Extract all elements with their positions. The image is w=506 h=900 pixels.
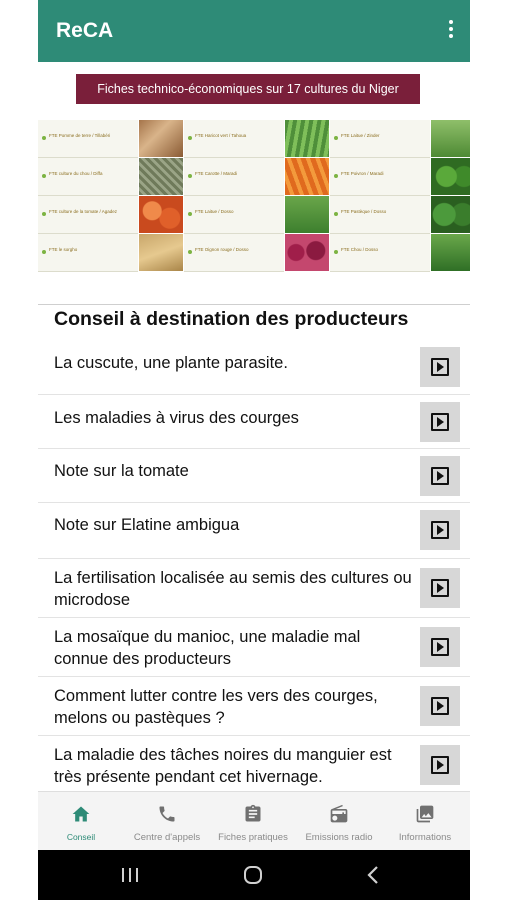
- section-title: Conseil à destination des producteurs: [54, 308, 409, 330]
- banner-photos: [139, 120, 183, 272]
- banner-sheet: FTE Laitue / Dosso: [184, 196, 284, 234]
- item-title: La maladie des tâches noires du manguier…: [54, 746, 392, 786]
- play-icon: [437, 701, 444, 711]
- lettuce-field-photo: [285, 196, 329, 234]
- banner-sheet: FTE le sorgho: [38, 234, 138, 272]
- play-icon: [437, 760, 444, 770]
- play-icon: [437, 642, 444, 652]
- play-button[interactable]: [420, 627, 460, 667]
- banner-sheet: FTE Chou / Dosso: [330, 234, 430, 272]
- item-title: La fertilisation localisée au semis des …: [54, 569, 412, 609]
- nav-conseil[interactable]: Conseil: [38, 792, 124, 850]
- item-title: La cuscute, une plante parasite.: [54, 354, 288, 372]
- back-icon[interactable]: [362, 864, 386, 886]
- banner-sheet: FTE Laitue / Zinder: [330, 120, 430, 158]
- list-item[interactable]: Les maladies à virus des courges: [38, 395, 470, 449]
- banner-column: FTE Pomme de terre / Tillabéri FTE cultu…: [38, 120, 183, 272]
- list-item[interactable]: La fertilisation localisée au semis des …: [38, 559, 470, 618]
- cabbage-field-photo: [431, 234, 470, 272]
- nav-informations[interactable]: Informations: [382, 792, 468, 850]
- play-button[interactable]: [420, 402, 460, 442]
- play-icon: [437, 583, 444, 593]
- play-button[interactable]: [420, 510, 460, 550]
- list-item[interactable]: Note sur Elatine ambigua: [38, 503, 470, 559]
- list-item[interactable]: La maladie des tâches noires du manguier…: [38, 736, 470, 794]
- play-icon: [437, 417, 444, 427]
- banner-title: Fiches technico-économiques sur 17 cultu…: [76, 74, 420, 104]
- recent-apps-icon[interactable]: [118, 864, 142, 886]
- nav-label: Fiches pratiques: [218, 832, 288, 843]
- nav-label: Conseil: [66, 832, 96, 842]
- pepper-photo: [431, 158, 470, 196]
- nav-label: Informations: [398, 832, 452, 843]
- nav-fiches-pratiques[interactable]: Fiches pratiques: [210, 792, 296, 850]
- item-title: Les maladies à virus des courges: [54, 409, 299, 427]
- nav-centre-appels[interactable]: Centre d'appels: [124, 792, 210, 850]
- home-icon: [72, 806, 90, 822]
- image-gallery-icon: [416, 805, 434, 823]
- red-onion-photo: [285, 234, 329, 272]
- banner-sheet: FTE Oignon rouge / Dosso: [184, 234, 284, 272]
- clipboard-icon: [245, 804, 261, 822]
- banner-sheet: FTE Carotte / Maradi: [184, 158, 284, 196]
- phone-screen: ReCA Fiches technico-économiques sur 17 …: [38, 0, 470, 900]
- item-title: La mosaïque du manioc, une maladie mal c…: [54, 628, 361, 668]
- list-item[interactable]: Comment lutter contre les vers des courg…: [38, 677, 470, 736]
- banner-sheet: FTE Pomme de terre / Tillabéri: [38, 120, 138, 158]
- play-icon: [437, 362, 444, 372]
- item-title: Note sur Elatine ambigua: [54, 516, 240, 534]
- list-item[interactable]: Note sur la tomate: [38, 449, 470, 503]
- watermelon-photo: [431, 196, 470, 234]
- banner-sheet: FTE culture de la tomate / Agadez: [38, 196, 138, 234]
- system-navigation-bar: [38, 850, 470, 900]
- app-bar: ReCA: [38, 0, 470, 62]
- banner-sheet: FTE Poivron / Maradi: [330, 158, 430, 196]
- play-button[interactable]: [420, 456, 460, 496]
- nav-emissions-radio[interactable]: Emissions radio: [296, 792, 382, 850]
- green-bean-photo: [285, 120, 329, 158]
- play-button[interactable]: [420, 745, 460, 785]
- phone-icon: [159, 806, 175, 822]
- nav-label: Centre d'appels: [133, 832, 201, 843]
- nav-label: Emissions radio: [305, 832, 373, 843]
- banner-photos: [285, 120, 329, 272]
- play-button[interactable]: [420, 568, 460, 608]
- carrot-photo: [285, 158, 329, 196]
- banner-column: FTE Laitue / Zinder FTE Poivron / Maradi…: [330, 120, 470, 272]
- more-options-icon[interactable]: [446, 20, 456, 42]
- field-photo: [431, 120, 470, 158]
- fiches-banner[interactable]: Fiches technico-économiques sur 17 cultu…: [38, 62, 470, 305]
- item-title: Comment lutter contre les vers des courg…: [54, 687, 378, 727]
- potato-photo: [139, 120, 183, 158]
- advice-list: La cuscute, une plante parasite. Les mal…: [38, 336, 470, 794]
- banner-sheet: FTE Pastèque / Dosso: [330, 196, 430, 234]
- play-button[interactable]: [420, 347, 460, 387]
- banner-photos: [431, 120, 470, 272]
- play-icon: [437, 471, 444, 481]
- sorghum-photo: [139, 234, 183, 272]
- radio-icon: [330, 804, 348, 823]
- home-button-icon[interactable]: [241, 864, 265, 886]
- cabbage-photo: [139, 158, 183, 196]
- item-title: Note sur la tomate: [54, 462, 189, 480]
- list-item[interactable]: La mosaïque du manioc, une maladie mal c…: [38, 618, 470, 677]
- bottom-navigation: Conseil Centre d'appels Fiches pratiques…: [38, 791, 470, 850]
- banner-sheet: FTE Haricot vert / Tahoua: [184, 120, 284, 158]
- banner-sheet: FTE culture du chou / Diffa: [38, 158, 138, 196]
- list-item[interactable]: La cuscute, une plante parasite.: [38, 336, 470, 395]
- play-button[interactable]: [420, 686, 460, 726]
- tomato-photo: [139, 196, 183, 234]
- app-title: ReCA: [56, 19, 114, 42]
- banner-column: FTE Haricot vert / Tahoua FTE Carotte / …: [184, 120, 329, 272]
- play-icon: [437, 525, 444, 535]
